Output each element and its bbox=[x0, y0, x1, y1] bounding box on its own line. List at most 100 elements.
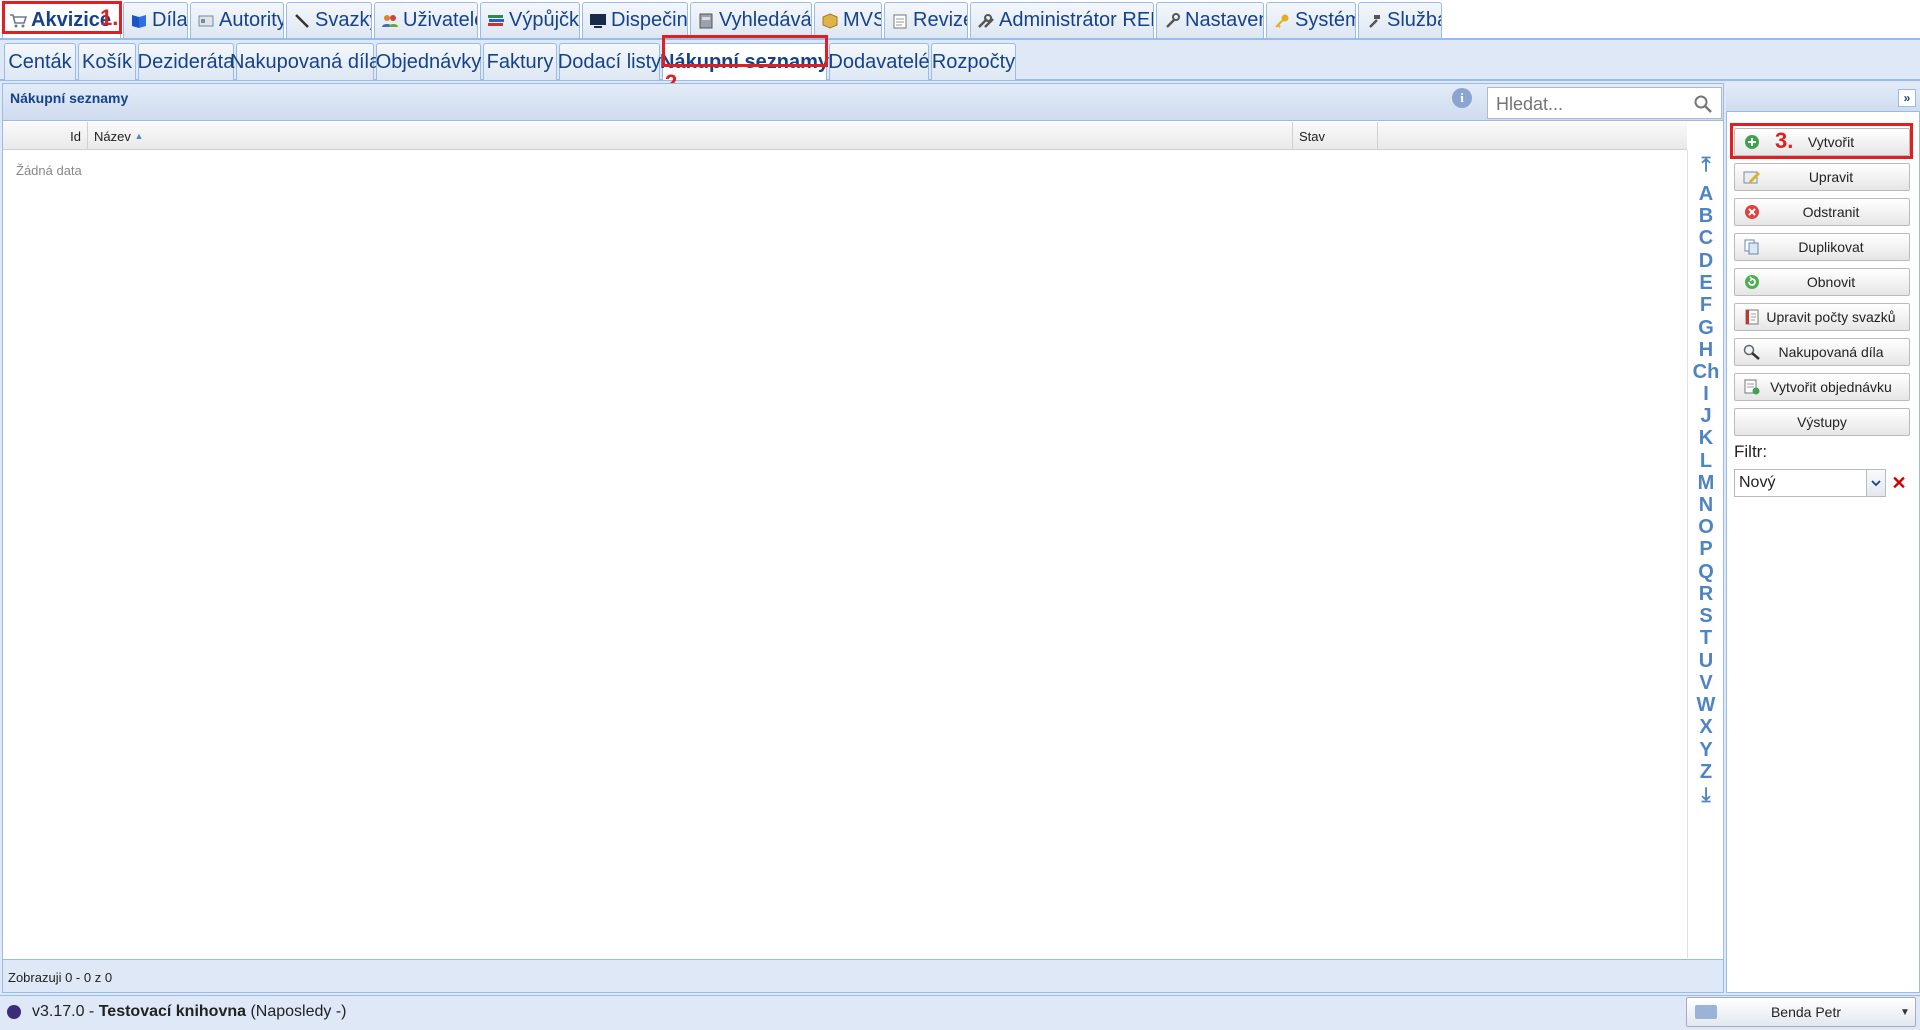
tab-mvs[interactable]: MVS bbox=[814, 2, 882, 38]
tab-nastaveni[interactable]: Nastavení bbox=[1156, 2, 1264, 38]
edit-button[interactable]: Upravit bbox=[1734, 163, 1910, 191]
tab-label: Díla bbox=[152, 9, 188, 31]
alpha-c[interactable]: C bbox=[1688, 227, 1724, 250]
tab-label: Administrátor REKSu bbox=[999, 9, 1153, 31]
alpha-g[interactable]: G bbox=[1688, 317, 1724, 340]
edit-button-label: Upravit bbox=[1808, 169, 1854, 185]
duplicate-button[interactable]: Duplikovat bbox=[1734, 233, 1910, 261]
tab-rozpocty[interactable]: Rozpočty bbox=[931, 43, 1016, 80]
alpha-i[interactable]: I bbox=[1688, 383, 1724, 406]
tab-uzivatele[interactable]: Uživatelé bbox=[374, 2, 478, 38]
app-status-icon bbox=[7, 1005, 21, 1019]
alpha-w[interactable]: W bbox=[1688, 694, 1724, 717]
tab-label: Služba bbox=[1387, 9, 1441, 31]
alpha-last[interactable]: ⤓ bbox=[1688, 784, 1724, 807]
tab-vypujcky[interactable]: Výpůjčky bbox=[480, 2, 580, 38]
wrench-icon bbox=[1163, 12, 1181, 29]
alpha-l[interactable]: L bbox=[1688, 450, 1724, 473]
column-nazev[interactable]: Název ▲ bbox=[88, 122, 1293, 150]
chevron-down-icon[interactable] bbox=[1866, 469, 1886, 497]
tab-deziderata[interactable]: Dezideráta bbox=[138, 43, 234, 80]
alpha-e[interactable]: E bbox=[1688, 272, 1724, 295]
alpha-s[interactable]: S bbox=[1688, 605, 1724, 628]
tab-centak[interactable]: Centák bbox=[4, 43, 76, 80]
sort-asc-icon: ▲ bbox=[134, 131, 144, 141]
version-text: v3.17.0 - bbox=[32, 1003, 99, 1020]
purchased-works-label: Nakupovaná díla bbox=[1778, 344, 1884, 360]
grid-header: Id Název ▲ Stav bbox=[3, 122, 1687, 150]
add-icon bbox=[1741, 132, 1763, 152]
alpha-m[interactable]: M bbox=[1688, 472, 1724, 495]
package-icon bbox=[821, 12, 839, 29]
outputs-button[interactable]: Výstupy bbox=[1734, 408, 1910, 436]
clear-filter-icon[interactable]: ✕ bbox=[1888, 469, 1910, 497]
alpha-first[interactable]: ⤒ bbox=[1688, 154, 1724, 177]
alpha-y[interactable]: Y bbox=[1688, 739, 1724, 762]
panel-title: Nákupní seznamy bbox=[10, 90, 129, 106]
tab-label: Svazky bbox=[315, 9, 371, 31]
tab-vyhledavani[interactable]: Vyhledávání bbox=[690, 2, 812, 38]
alpha-r[interactable]: R bbox=[1688, 583, 1724, 606]
alpha-f[interactable]: F bbox=[1688, 294, 1724, 317]
tab-svazky[interactable]: Svazky bbox=[286, 2, 372, 38]
alpha-o[interactable]: O bbox=[1688, 516, 1724, 539]
tab-faktury[interactable]: Faktury bbox=[483, 43, 557, 80]
tab-dispecink[interactable]: Dispečink bbox=[582, 2, 688, 38]
tab-objednavky[interactable]: Objednávky bbox=[376, 43, 481, 80]
tab-label: Uživatelé bbox=[403, 9, 478, 31]
alpha-x[interactable]: X bbox=[1688, 716, 1724, 739]
alpha-t[interactable]: T bbox=[1688, 627, 1724, 650]
alpha-b[interactable]: B bbox=[1688, 205, 1724, 228]
empty-message: Žádná data bbox=[16, 163, 82, 178]
user-menu-button[interactable]: Benda Petr ▼ bbox=[1686, 997, 1916, 1027]
tab-revize[interactable]: Revize bbox=[884, 2, 968, 38]
refresh-button[interactable]: Obnovit bbox=[1734, 268, 1910, 296]
filter-select[interactable]: Nový bbox=[1734, 469, 1867, 497]
edit-icon bbox=[1741, 167, 1763, 187]
info-icon[interactable]: i bbox=[1452, 88, 1472, 108]
id-card-icon bbox=[197, 13, 215, 29]
search-input[interactable] bbox=[1496, 94, 1686, 114]
tab-administrator-reksu[interactable]: Administrátor REKSu bbox=[970, 2, 1154, 38]
tab-nakupni-seznamy[interactable]: Nákupní seznamy bbox=[660, 43, 829, 80]
alpha-v[interactable]: V bbox=[1688, 672, 1724, 695]
pen-icon bbox=[293, 13, 311, 29]
collapse-icon[interactable]: » bbox=[1898, 89, 1916, 107]
user-icon bbox=[1695, 1005, 1717, 1019]
search-icon[interactable] bbox=[1693, 94, 1713, 114]
delete-button[interactable]: Odstranit bbox=[1734, 198, 1910, 226]
create-button[interactable]: Vytvořit bbox=[1734, 128, 1910, 156]
tab-nakupovana-dila[interactable]: Nakupovaná díla bbox=[230, 43, 380, 80]
alpha-n[interactable]: N bbox=[1688, 494, 1724, 517]
tab-dodavatele[interactable]: Dodavatelé bbox=[828, 43, 930, 80]
edit-volume-counts-button[interactable]: Upravit počty svazků bbox=[1734, 303, 1910, 331]
tab-kosik[interactable]: Košík bbox=[78, 43, 136, 80]
alpha-ch[interactable]: Ch bbox=[1688, 361, 1724, 384]
module-tab-bar: Akvizice Díla Autority Svazky Uživatelé … bbox=[0, 0, 1920, 40]
alpha-u[interactable]: U bbox=[1688, 650, 1724, 673]
tab-sluzba[interactable]: Služba bbox=[1358, 2, 1442, 38]
alpha-j[interactable]: J bbox=[1688, 405, 1724, 428]
document-icon bbox=[1741, 307, 1763, 327]
alpha-a[interactable]: A bbox=[1688, 183, 1724, 206]
alpha-k[interactable]: K bbox=[1688, 427, 1724, 450]
paging-status: Zobrazuji 0 - 0 z 0 bbox=[8, 970, 113, 985]
paging-bar bbox=[2, 959, 1724, 993]
column-stav[interactable]: Stav bbox=[1293, 122, 1378, 150]
alpha-z[interactable]: Z bbox=[1688, 761, 1724, 784]
edit-volume-counts-label: Upravit počty svazků bbox=[1766, 309, 1896, 325]
tab-dodaci-listy[interactable]: Dodací listy bbox=[558, 43, 661, 80]
alpha-h[interactable]: H bbox=[1688, 339, 1724, 362]
tab-dila[interactable]: Díla bbox=[123, 2, 188, 38]
alpha-p[interactable]: P bbox=[1688, 538, 1724, 561]
alpha-d[interactable]: D bbox=[1688, 250, 1724, 273]
magnifier-icon bbox=[1741, 342, 1763, 362]
cart-icon bbox=[9, 13, 27, 29]
alpha-q[interactable]: Q bbox=[1688, 561, 1724, 584]
create-order-button[interactable]: Vytvořit objednávku bbox=[1734, 373, 1910, 401]
tab-system[interactable]: Systém bbox=[1266, 2, 1356, 38]
footer-info: v3.17.0 - Testovací knihovna (Naposledy … bbox=[32, 1003, 347, 1021]
column-id[interactable]: Id bbox=[3, 122, 88, 150]
purchased-works-button[interactable]: Nakupovaná díla bbox=[1734, 338, 1910, 366]
tab-autority[interactable]: Autority bbox=[190, 2, 284, 38]
